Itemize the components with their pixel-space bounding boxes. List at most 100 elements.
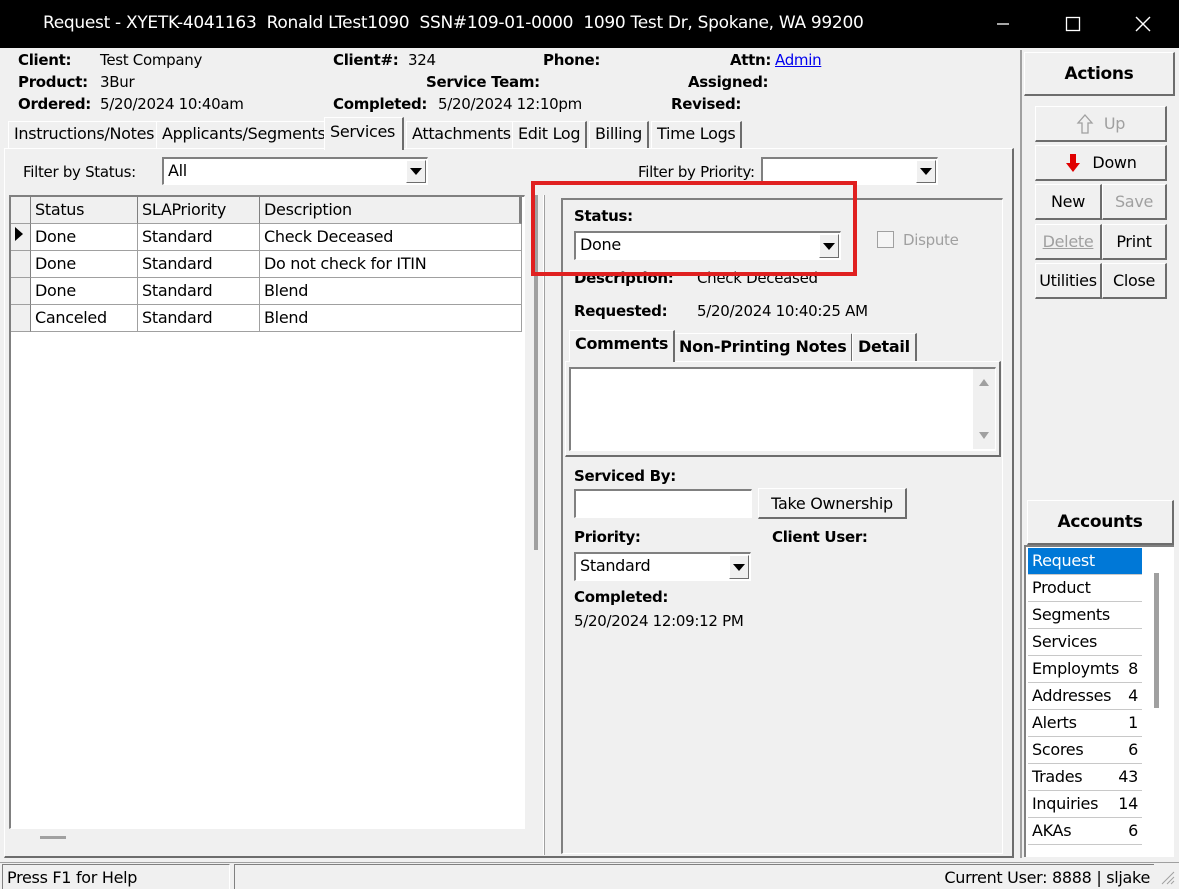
client-user-label: Client User: [772, 528, 868, 546]
down-label: Down [1092, 153, 1137, 172]
attn-link[interactable]: Admin [775, 51, 822, 69]
list-item-count: 1 [1128, 713, 1138, 732]
splitter-divider[interactable] [543, 195, 545, 855]
row-indicator[interactable] [11, 251, 31, 278]
close-window-button[interactable] [1108, 0, 1178, 48]
delete-button[interactable]: Delete [1035, 224, 1102, 260]
grid-corner [11, 197, 31, 224]
client-label: Client: [18, 51, 72, 69]
list-item-inquiries[interactable]: Inquiries 14 [1028, 791, 1142, 818]
table-cell-status[interactable]: Done [31, 278, 138, 305]
list-item-employmts[interactable]: Employmts 8 [1028, 656, 1142, 683]
tab-applicants-segments[interactable]: Applicants/Segments [156, 121, 333, 148]
highlight-annotation-box [531, 181, 857, 276]
table-cell-status[interactable]: Canceled [31, 305, 138, 332]
list-item-trades[interactable]: Trades 43 [1028, 764, 1142, 791]
title-bar: Request - XYETK-4041163 Ronald LTest1090… [0, 0, 1179, 48]
take-ownership-button[interactable]: Take Ownership [758, 488, 907, 519]
list-item-services[interactable]: Services [1028, 629, 1142, 656]
list-item-label: Product [1032, 578, 1091, 597]
completed-detail-label: Completed: [574, 588, 669, 606]
list-item-label: Addresses [1032, 686, 1112, 705]
print-button[interactable]: Print [1102, 224, 1167, 260]
column-header-description[interactable]: Description [260, 197, 522, 224]
accounts-header: Accounts [1027, 500, 1174, 545]
comments-textarea[interactable] [569, 367, 996, 451]
services-grid[interactable]: Status SLAPriority Description Done Stan… [9, 195, 525, 829]
tab-instructions-notes[interactable]: Instructions/Notes [8, 121, 162, 148]
list-item-addresses[interactable]: Addresses 4 [1028, 683, 1142, 710]
chevron-down-icon[interactable] [916, 160, 936, 183]
maximize-button[interactable] [1038, 0, 1108, 48]
revised-label: Revised: [671, 95, 742, 113]
save-button[interactable]: Save [1102, 184, 1167, 220]
scrollbar[interactable] [973, 369, 995, 449]
maximize-icon [1065, 16, 1081, 32]
list-item-label: AKAs [1032, 821, 1072, 840]
tab-detail[interactable]: Detail [852, 333, 917, 361]
resize-grip-icon[interactable] [1158, 866, 1176, 886]
new-button[interactable]: New [1035, 184, 1102, 220]
serviced-by-input[interactable] [574, 489, 752, 518]
list-item-alerts[interactable]: Alerts 1 [1028, 710, 1142, 737]
ordered-label: Ordered: [18, 95, 91, 113]
table-cell-status[interactable]: Done [31, 251, 138, 278]
list-item-count: 6 [1128, 821, 1138, 840]
list-item-label: Services [1032, 632, 1098, 651]
column-header-status[interactable]: Status [31, 197, 138, 224]
list-item-label: Segments [1032, 605, 1110, 624]
accounts-scrollbar-thumb[interactable] [1154, 573, 1159, 708]
minimize-button[interactable] [968, 0, 1038, 48]
list-item-product[interactable]: Product [1028, 575, 1142, 602]
list-item-scores[interactable]: Scores 6 [1028, 737, 1142, 764]
utilities-button[interactable]: Utilities [1035, 263, 1102, 299]
table-cell-description[interactable]: Blend [260, 305, 522, 332]
priority-dropdown[interactable]: Standard [574, 552, 751, 581]
ordered-value: 5/20/2024 10:40am [100, 95, 244, 113]
filter-status-value: All [168, 161, 187, 180]
list-item-segments[interactable]: Segments [1028, 602, 1142, 629]
up-button[interactable]: Up [1035, 106, 1167, 142]
chevron-down-icon[interactable] [729, 555, 749, 579]
list-item-request[interactable]: Request [1028, 548, 1142, 575]
current-row-arrow-icon [15, 227, 23, 241]
up-label: Up [1103, 114, 1126, 133]
priority-label: Priority: [574, 528, 641, 546]
row-indicator[interactable] [11, 224, 31, 251]
down-button[interactable]: Down [1035, 145, 1167, 181]
list-item-count: 14 [1118, 794, 1138, 813]
minimize-icon [997, 23, 1009, 25]
filter-status-dropdown[interactable]: All [162, 157, 428, 185]
table-cell-priority[interactable]: Standard [138, 278, 260, 305]
scroll-down-icon [979, 432, 989, 439]
tab-comments[interactable]: Comments [569, 330, 676, 362]
resize-grip[interactable] [40, 836, 66, 839]
table-cell-priority[interactable]: Standard [138, 251, 260, 278]
tab-time-logs[interactable]: Time Logs [651, 121, 743, 148]
list-item-count: 8 [1128, 659, 1138, 678]
row-indicator[interactable] [11, 305, 31, 332]
list-item-label: Inquiries [1032, 794, 1099, 813]
tab-services[interactable]: Services [324, 117, 404, 150]
service-team-label: Service Team: [426, 73, 540, 91]
table-cell-status[interactable]: Done [31, 224, 138, 251]
table-cell-priority[interactable]: Standard [138, 305, 260, 332]
assigned-label: Assigned: [688, 73, 769, 91]
product-label: Product: [18, 73, 88, 91]
list-item-akas[interactable]: AKAs 6 [1028, 818, 1142, 845]
table-cell-description[interactable]: Check Deceased [260, 224, 522, 251]
row-indicator[interactable] [11, 278, 31, 305]
close-button[interactable]: Close [1102, 263, 1167, 299]
client-number-label: Client#: [333, 51, 399, 69]
table-cell-priority[interactable]: Standard [138, 224, 260, 251]
tab-billing[interactable]: Billing [589, 121, 649, 148]
tab-non-printing-notes[interactable]: Non-Printing Notes [673, 333, 854, 361]
completed-detail-value: 5/20/2024 12:09:12 PM [574, 612, 744, 630]
column-header-slapriority[interactable]: SLAPriority [138, 197, 260, 224]
table-cell-description[interactable]: Do not check for ITIN [260, 251, 522, 278]
tab-attachments[interactable]: Attachments [406, 121, 518, 148]
chevron-down-icon[interactable] [406, 160, 426, 183]
tab-edit-log[interactable]: Edit Log [512, 121, 588, 148]
dispute-checkbox[interactable] [877, 231, 894, 248]
table-cell-description[interactable]: Blend [260, 278, 522, 305]
